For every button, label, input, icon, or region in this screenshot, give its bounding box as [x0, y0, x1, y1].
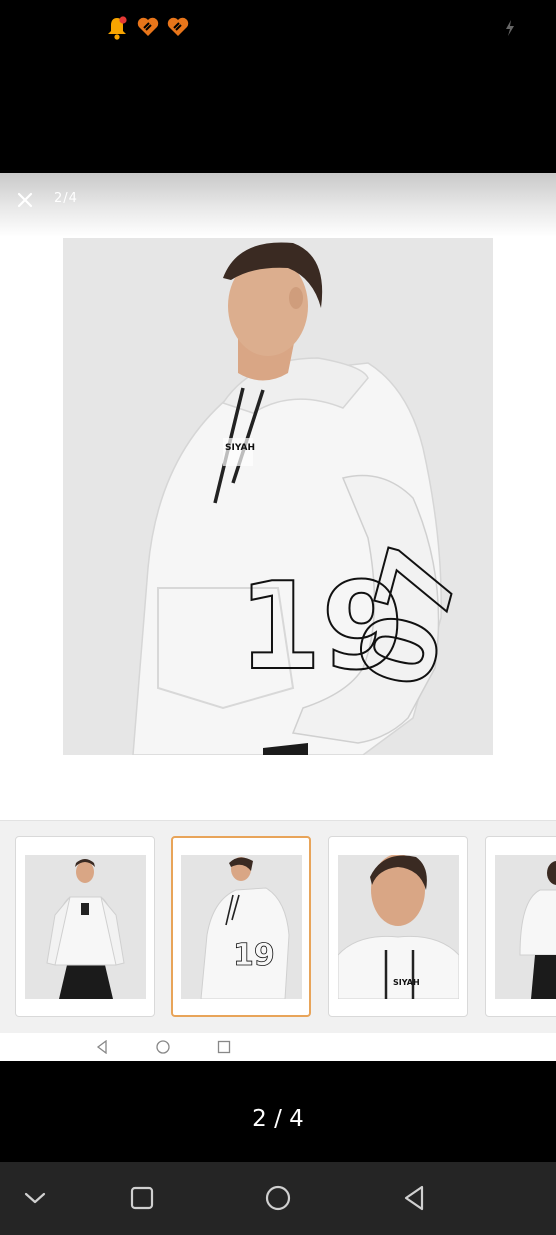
thumbnail-photo-close-up: SIYAH — [338, 855, 459, 999]
bell-notification-icon — [108, 16, 127, 40]
home-icon[interactable] — [262, 1182, 294, 1214]
product-photo: SIYAH 19 07 — [63, 238, 493, 755]
thumbnail-chest-print: SIYAH — [393, 978, 420, 987]
viewer-header: 2/4 — [0, 173, 556, 237]
thumbnail-4[interactable] — [485, 836, 556, 1017]
page-indicator: 2 / 4 — [252, 1106, 304, 1132]
thumbnail-print: 19 — [233, 938, 275, 973]
charging-icon — [506, 20, 514, 36]
back-icon[interactable] — [398, 1182, 430, 1214]
thumbnail-strip: 19 SIYAH — [0, 820, 556, 1034]
thumbnail-photo-front — [25, 855, 146, 999]
brand-heart-icon — [167, 17, 189, 36]
back-icon[interactable] — [95, 1040, 109, 1054]
collapse-icon[interactable] — [19, 1182, 51, 1214]
image-counter: 2/4 — [54, 191, 78, 206]
main-product-image[interactable]: SIYAH 19 07 — [63, 238, 493, 755]
caption-area: 2 / 4 — [0, 1061, 556, 1162]
thumbnail-photo-back — [495, 855, 556, 999]
chest-print-text: SIYAH — [225, 443, 255, 453]
status-bar — [0, 0, 556, 173]
thumbnail-2[interactable]: 19 — [171, 836, 311, 1017]
system-navigation-bar — [0, 1162, 556, 1235]
recents-icon[interactable] — [126, 1182, 158, 1214]
brand-heart-icon — [137, 17, 159, 36]
thumbnail-1[interactable] — [15, 836, 155, 1017]
home-icon[interactable] — [156, 1040, 170, 1054]
image-viewer: 2/4 SIYAH 19 07 19 SIYAH — [0, 173, 556, 1061]
thumbnail-photo-three-quarter: 19 — [181, 855, 302, 999]
thumbnail-3[interactable]: SIYAH — [328, 836, 468, 1017]
inner-navigation-bar — [0, 1033, 556, 1061]
recents-icon[interactable] — [217, 1040, 231, 1054]
close-icon[interactable] — [14, 189, 36, 211]
chest-print: SIYAH — [223, 438, 255, 466]
